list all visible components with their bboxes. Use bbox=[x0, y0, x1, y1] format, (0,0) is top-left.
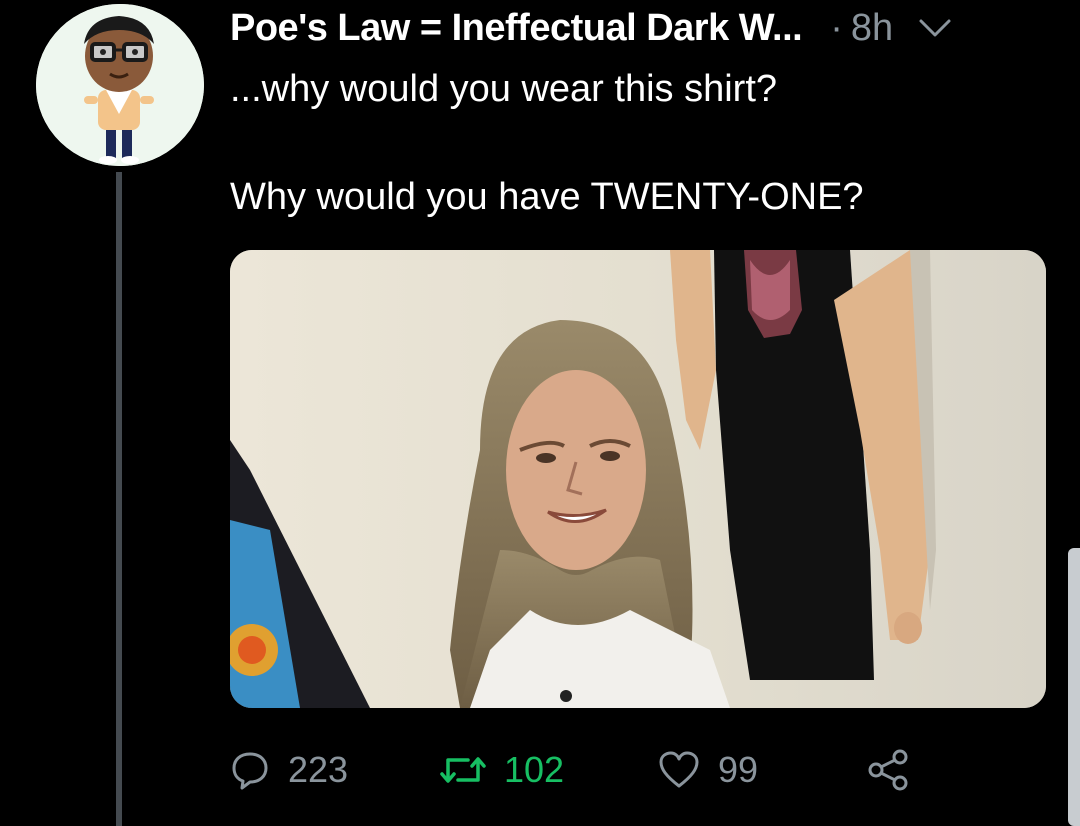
retweet-button[interactable]: 102 bbox=[440, 742, 564, 798]
share-nodes-icon bbox=[868, 749, 908, 791]
tweet-text: ...why would you wear this shirt? Why wo… bbox=[230, 62, 1030, 224]
tweet-text-line: Why would you have TWENTY-ONE? bbox=[230, 176, 864, 218]
tweet[interactable]: Poe's Law = Ineffectual Dark W... · 8h .… bbox=[0, 0, 1080, 826]
chevron-down-icon[interactable] bbox=[915, 13, 955, 43]
scrollbar[interactable] bbox=[1068, 548, 1080, 826]
cartoon-avatar-image bbox=[36, 4, 204, 166]
thread-line bbox=[116, 172, 122, 826]
avatar[interactable] bbox=[36, 4, 204, 166]
like-count: 99 bbox=[718, 749, 759, 790]
speech-bubble-icon bbox=[232, 752, 268, 790]
tweet-actions: 223 102 99 bbox=[230, 742, 950, 798]
retweet-arrows-icon bbox=[440, 757, 486, 783]
timestamp[interactable]: 8h bbox=[851, 7, 893, 50]
reply-count: 223 bbox=[288, 749, 349, 790]
separator-dot: · bbox=[830, 6, 843, 49]
retweet-count: 102 bbox=[504, 749, 565, 790]
like-button[interactable]: 99 bbox=[658, 742, 758, 798]
heart-icon bbox=[659, 751, 699, 788]
reply-button[interactable]: 223 bbox=[230, 742, 348, 798]
photo-image bbox=[230, 250, 1046, 708]
share-button[interactable] bbox=[866, 742, 910, 798]
tweet-media-photo[interactable] bbox=[230, 250, 1046, 708]
display-name[interactable]: Poe's Law = Ineffectual Dark W... bbox=[230, 7, 803, 50]
tweet-header: Poe's Law = Ineffectual Dark W... · 8h bbox=[230, 4, 1050, 52]
tweet-text-line: ...why would you wear this shirt? bbox=[230, 68, 778, 110]
